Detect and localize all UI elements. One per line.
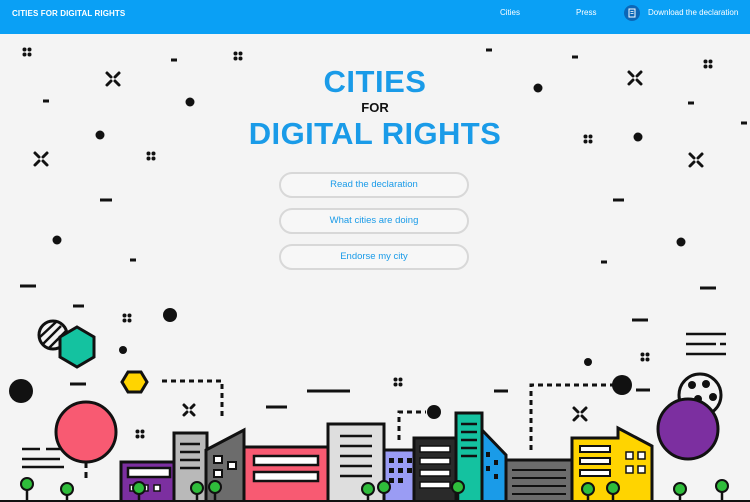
hero-title-for: FOR bbox=[361, 100, 389, 115]
what-cities-doing-button[interactable]: What cities are doing bbox=[279, 208, 469, 234]
read-declaration-button[interactable]: Read the declaration bbox=[279, 172, 469, 198]
hero-title-digital-rights: DIGITAL RIGHTS bbox=[248, 116, 502, 151]
endorse-city-button[interactable]: Endorse my city bbox=[279, 244, 469, 270]
hero-title-cities: CITIES bbox=[323, 64, 427, 99]
